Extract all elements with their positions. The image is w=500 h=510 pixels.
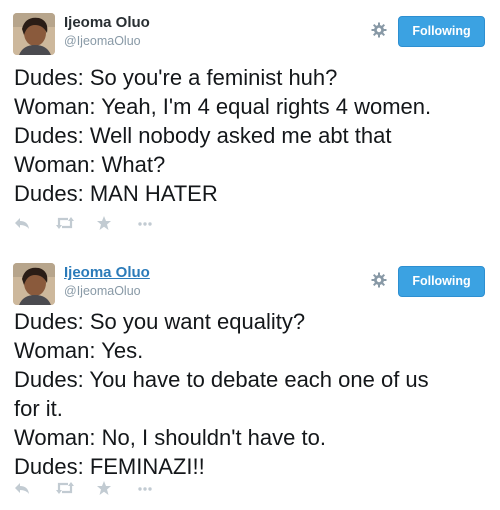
author-handle[interactable]: @IjeomaOluo	[64, 34, 141, 48]
reply-icon[interactable]	[14, 480, 34, 496]
tweet-line: for it.	[14, 396, 63, 421]
more-dots-icon[interactable]	[137, 215, 157, 231]
avatar[interactable]	[13, 13, 55, 55]
retweet-icon[interactable]	[55, 480, 75, 496]
author-name[interactable]: Ijeoma Oluo	[64, 264, 150, 281]
tweet-line: Woman: Yes.	[14, 338, 144, 363]
gear-icon[interactable]	[371, 22, 387, 38]
tweet-text: Dudes: So you want equality? Woman: Yes.…	[14, 307, 494, 481]
tweet-line: Dudes: FEMINAZI!!	[14, 454, 205, 479]
favorite-star-icon[interactable]	[96, 215, 116, 231]
retweet-icon[interactable]	[55, 215, 75, 231]
tweet: Ijeoma Oluo @IjeomaOluo Following Dudes:…	[0, 250, 500, 510]
tweet-line: Woman: No, I shouldn't have to.	[14, 425, 326, 450]
tweet-line: Dudes: So you're a feminist huh?	[14, 65, 338, 90]
following-button[interactable]: Following	[398, 16, 485, 47]
tweet-text: Dudes: So you're a feminist huh? Woman: …	[14, 63, 494, 208]
following-button[interactable]: Following	[398, 266, 485, 297]
tweet-line: Woman: What?	[14, 152, 166, 177]
favorite-star-icon[interactable]	[96, 480, 116, 496]
tweet-line: Dudes: Well nobody asked me abt that	[14, 123, 392, 148]
author-handle[interactable]: @IjeomaOluo	[64, 284, 141, 298]
author-name[interactable]: Ijeoma Oluo	[64, 14, 150, 31]
avatar[interactable]	[13, 263, 55, 305]
gear-icon[interactable]	[371, 272, 387, 288]
tweet-line: Woman: Yeah, I'm 4 equal rights 4 women.	[14, 94, 432, 119]
more-dots-icon[interactable]	[137, 480, 157, 496]
tweet-line: Dudes: MAN HATER	[14, 181, 218, 206]
tweet-line: Dudes: So you want equality?	[14, 309, 306, 334]
tweet: Ijeoma Oluo @IjeomaOluo Following Dudes:…	[0, 0, 500, 245]
reply-icon[interactable]	[14, 215, 34, 231]
tweet-line: Dudes: You have to debate each one of us	[14, 367, 429, 392]
